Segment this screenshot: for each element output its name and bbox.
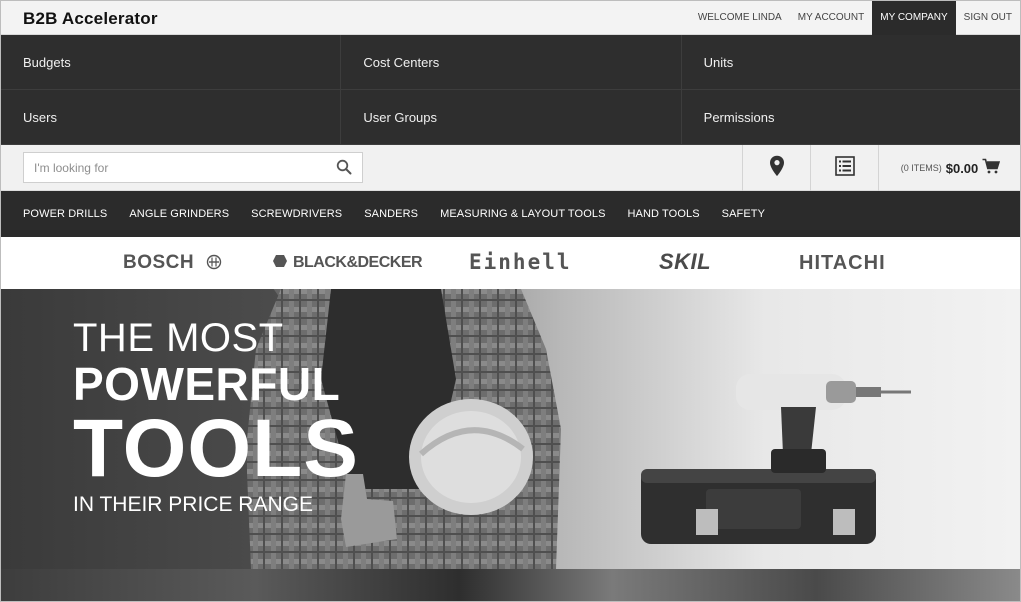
hitachi-logo-text: HITACHI: [799, 252, 886, 274]
site-logo[interactable]: B2B Accelerator: [23, 9, 158, 29]
map-pin-icon: [769, 155, 785, 182]
search-box: [23, 152, 363, 183]
budgets-link[interactable]: Budgets: [1, 35, 342, 90]
store-finder-button[interactable]: [742, 145, 810, 191]
brand-skil[interactable]: SKIL: [659, 249, 711, 275]
category-sanders[interactable]: SANDERS: [364, 208, 418, 220]
brand-bosch[interactable]: BOSCH: [123, 252, 222, 274]
users-link[interactable]: Users: [1, 90, 342, 145]
black-decker-logo-text: BLACK&DECKER: [292, 254, 423, 271]
category-measuring-layout-tools[interactable]: MEASURING & LAYOUT TOOLS: [440, 208, 605, 220]
skil-logo-text: SKIL: [659, 249, 712, 274]
hero-line-2: POWERFUL: [73, 358, 341, 410]
hero-line-3: TOOLS: [73, 403, 359, 494]
category-angle-grinders[interactable]: ANGLE GRINDERS: [129, 208, 229, 220]
hero-line-4: IN THEIR PRICE RANGE: [73, 493, 313, 516]
category-nav: POWER DRILLS ANGLE GRINDERS SCREWDRIVERS…: [1, 191, 1020, 237]
search-bar-row: (0 ITEMS) $0.00: [1, 145, 1020, 191]
drill-product-image: [641, 374, 911, 544]
category-safety[interactable]: SAFETY: [722, 208, 765, 220]
permissions-link[interactable]: Permissions: [682, 90, 1020, 145]
sign-out-link[interactable]: SIGN OUT: [956, 1, 1020, 35]
cart-total: $0.00: [945, 160, 979, 176]
my-company-link[interactable]: MY COMPANY: [872, 1, 956, 35]
cost-centers-link[interactable]: Cost Centers: [341, 35, 682, 90]
account-links: WELCOME LINDA MY ACCOUNT MY COMPANY SIGN…: [690, 1, 1020, 35]
hero-banner[interactable]: THE MOST POWERFUL TOOLS IN THEIR PRICE R…: [1, 289, 1020, 569]
bosch-logo-text: BOSCH: [123, 252, 195, 273]
company-menu-row: Budgets Cost Centers Units: [1, 35, 1020, 90]
search-input[interactable]: [24, 153, 324, 182]
cart-item-count: (0 ITEMS): [900, 163, 942, 173]
category-screwdrivers[interactable]: SCREWDRIVERS: [251, 208, 342, 220]
hero-headline: THE MOST POWERFUL TOOLS IN THEIR PRICE R…: [73, 317, 359, 519]
my-account-link[interactable]: MY ACCOUNT: [790, 1, 873, 35]
page: B2B Accelerator WELCOME LINDA MY ACCOUNT…: [0, 0, 1021, 602]
welcome-text: WELCOME LINDA: [697, 12, 782, 23]
units-link[interactable]: Units: [682, 35, 1020, 90]
mini-cart[interactable]: (0 ITEMS) $0.00: [878, 145, 1020, 191]
category-hand-tools[interactable]: HAND TOOLS: [628, 208, 700, 220]
brand-hitachi[interactable]: HITACHI: [799, 252, 886, 275]
hero-line-1: THE MOST: [73, 316, 284, 360]
bosch-emblem-icon: [200, 252, 222, 273]
black-decker-hex-icon: [273, 254, 293, 271]
secondary-banner-strip[interactable]: [1, 569, 1020, 601]
top-header: B2B Accelerator WELCOME LINDA MY ACCOUNT…: [1, 1, 1020, 35]
brand-strip: BOSCH BLACK&DECKER Einhell SKIL HITACHI: [1, 237, 1020, 289]
category-power-drills[interactable]: POWER DRILLS: [23, 208, 107, 220]
list-icon: [834, 155, 855, 181]
user-groups-link[interactable]: User Groups: [341, 90, 682, 145]
company-menu: Budgets Cost Centers Units Users User Gr…: [1, 35, 1020, 145]
company-menu-row: Users User Groups Permissions: [1, 90, 1020, 145]
cart-icon: [982, 158, 1001, 179]
quick-order-button[interactable]: [810, 145, 878, 191]
brand-einhell[interactable]: Einhell: [469, 250, 572, 274]
search-icon[interactable]: [336, 159, 354, 177]
einhell-logo-text: Einhell: [469, 250, 572, 274]
brand-black-decker[interactable]: BLACK&DECKER: [273, 254, 423, 272]
